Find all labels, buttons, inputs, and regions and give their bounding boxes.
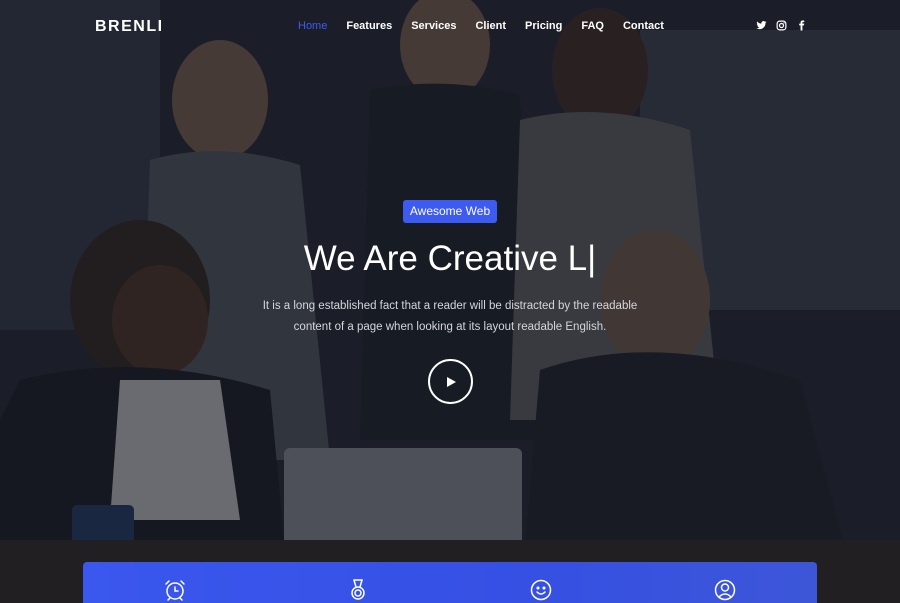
hero-headline-text: We Are Creative L xyxy=(303,239,588,278)
instagram-icon[interactable] xyxy=(776,20,787,31)
feature-bar xyxy=(83,562,817,603)
nav-item-faq[interactable]: FAQ xyxy=(581,20,604,32)
navbar: BRENLI Home Features Services Client Pri… xyxy=(0,0,900,54)
play-video-button[interactable] xyxy=(427,359,473,404)
play-icon xyxy=(447,376,456,387)
nav-item-contact[interactable]: Contact xyxy=(623,20,664,32)
typing-cursor: | xyxy=(587,239,597,278)
hero-section: BRENLI Home Features Services Client Pri… xyxy=(0,0,900,603)
nav-item-features[interactable]: Features xyxy=(346,20,392,32)
twitter-icon[interactable] xyxy=(756,20,767,31)
hero-headline: We Are Creative L| xyxy=(0,237,900,281)
user-icon xyxy=(713,578,737,602)
hero-content: Awesome Web We Are Creative L| It is a l… xyxy=(0,200,900,404)
smile-icon xyxy=(529,578,553,602)
nav-menu: Home Features Services Client Pricing FA… xyxy=(298,20,683,32)
medal-icon xyxy=(346,578,370,602)
nav-item-pricing[interactable]: Pricing xyxy=(525,20,562,32)
facebook-icon[interactable] xyxy=(796,20,807,31)
nav-item-client[interactable]: Client xyxy=(475,20,506,32)
hero-badge: Awesome Web xyxy=(402,200,498,223)
nav-item-home[interactable]: Home xyxy=(298,20,327,32)
hero-description: It is a long established fact that a rea… xyxy=(262,300,638,333)
social-links xyxy=(756,20,807,31)
brand-logo[interactable]: BRENLI xyxy=(95,18,164,36)
alarm-clock-icon xyxy=(163,578,187,602)
nav-item-services[interactable]: Services xyxy=(411,20,456,32)
